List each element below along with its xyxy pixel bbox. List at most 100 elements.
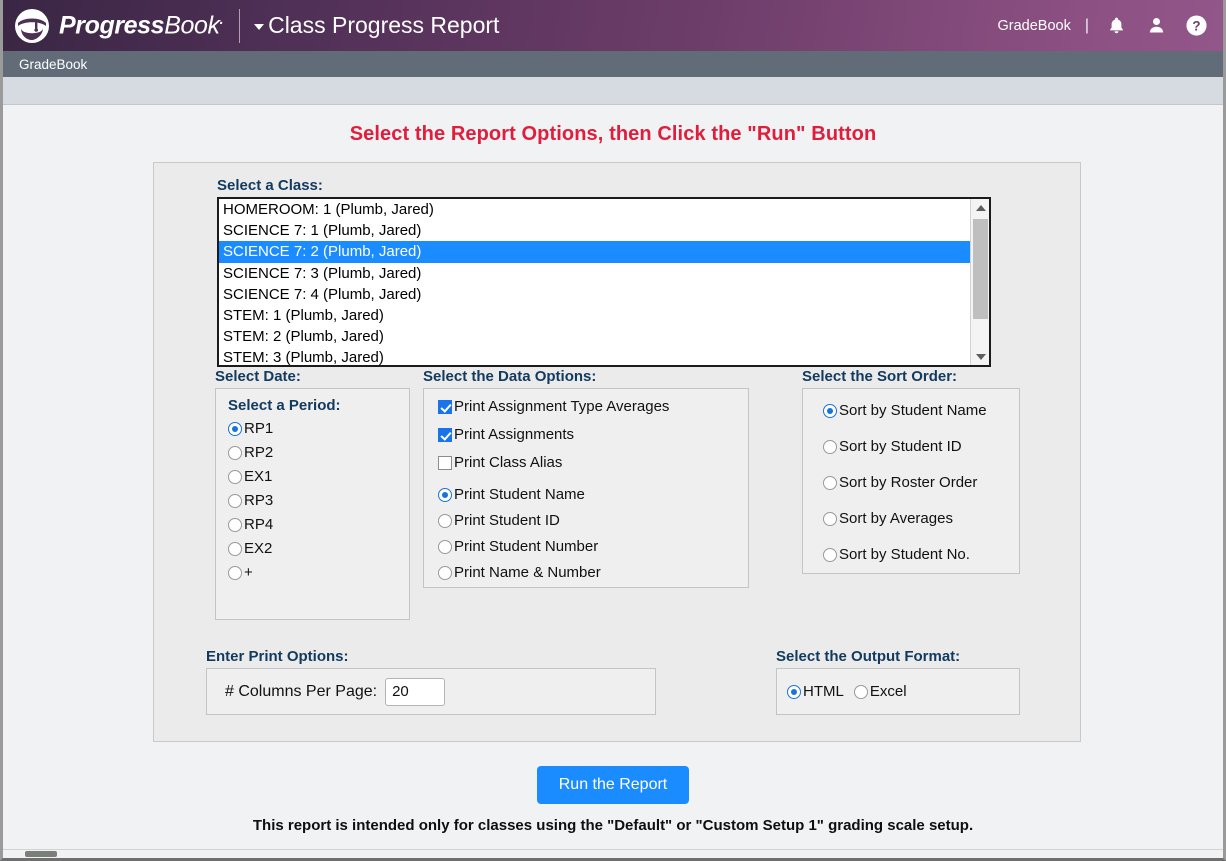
list-item[interactable]: HOMEROOM: 1 (Plumb, Jared) xyxy=(219,199,970,220)
radio-icon[interactable] xyxy=(438,539,452,554)
date-group-label: Select Date: xyxy=(215,368,301,385)
radio-sort-by-student-id[interactable]: Sort by Student ID xyxy=(823,439,1009,454)
list-item-selected[interactable]: SCIENCE 7: 2 (Plumb, Jared) xyxy=(219,241,970,263)
radio-icon[interactable] xyxy=(787,684,801,699)
header-divider xyxy=(239,8,241,43)
date-group: Select Date: Select a Period: RP1 RP2 EX… xyxy=(215,368,410,620)
sort-order-label: Select the Sort Order: xyxy=(802,368,958,385)
radio-print-name-and-number[interactable]: Print Name & Number xyxy=(438,565,738,580)
radio-icon[interactable] xyxy=(228,541,242,556)
radio-print-student-id[interactable]: Print Student ID xyxy=(438,513,738,528)
period-fieldset: Select a Period: RP1 RP2 EX1 RP3 RP4 EX2… xyxy=(215,388,410,620)
page-title-dropdown[interactable]: Class Progress Report xyxy=(254,12,499,39)
radio-icon[interactable] xyxy=(823,439,837,454)
period-option-rp4[interactable]: RP4 xyxy=(228,517,399,532)
checkbox-print-assignments[interactable]: Print Assignments xyxy=(438,427,738,442)
list-item[interactable]: STEM: 3 (Plumb, Jared) xyxy=(219,347,970,365)
period-option-label: RP1 xyxy=(244,420,274,437)
brand-wordmark: ProgressBook. xyxy=(59,12,223,38)
radio-icon[interactable] xyxy=(823,475,837,490)
radio-sort-by-roster-order[interactable]: Sort by Roster Order xyxy=(823,475,1009,490)
checkbox-icon[interactable] xyxy=(438,427,452,442)
data-options-label: Select the Data Options: xyxy=(423,368,597,385)
radio-icon[interactable] xyxy=(823,547,837,562)
checkbox-print-assignment-type-averages[interactable]: Print Assignment Type Averages xyxy=(438,399,738,414)
period-option-label: RP2 xyxy=(244,444,274,461)
horizontal-scrollbar[interactable] xyxy=(3,849,1223,858)
radio-icon[interactable] xyxy=(823,511,837,526)
brand-trademark: . xyxy=(219,11,224,28)
page-headline: Select the Report Options, then Click th… xyxy=(349,123,877,145)
period-option-plus[interactable]: + xyxy=(228,565,399,580)
radio-label: Sort by Roster Order xyxy=(839,474,978,491)
brand-logo[interactable]: ProgressBook. xyxy=(13,7,223,45)
radio-sort-by-student-no[interactable]: Sort by Student No. xyxy=(823,547,1009,562)
list-item[interactable]: SCIENCE 7: 3 (Plumb, Jared) xyxy=(219,263,970,284)
list-item[interactable]: STEM: 2 (Plumb, Jared) xyxy=(219,326,970,347)
brand-primary: Progress xyxy=(59,11,165,40)
listbox-scrollbar[interactable] xyxy=(970,199,989,365)
list-item[interactable]: SCIENCE 7: 4 (Plumb, Jared) xyxy=(219,284,970,305)
radio-sort-by-averages[interactable]: Sort by Averages xyxy=(823,511,1009,526)
radio-print-student-number[interactable]: Print Student Number xyxy=(438,539,738,554)
radio-icon[interactable] xyxy=(823,403,837,418)
list-item[interactable]: STEM: 1 (Plumb, Jared) xyxy=(219,305,970,326)
class-select-label: Select a Class: xyxy=(217,177,323,194)
radio-output-html[interactable]: HTML xyxy=(787,684,844,699)
checkbox-icon[interactable] xyxy=(438,399,452,414)
period-label: Select a Period: xyxy=(228,397,341,414)
data-options-fieldset: Print Assignment Type Averages Print Ass… xyxy=(423,388,749,588)
app-header: ProgressBook. Class Progress Report Grad… xyxy=(3,0,1223,51)
breadcrumb-nav: GradeBook xyxy=(3,51,1223,77)
user-icon[interactable] xyxy=(1143,13,1169,39)
checkbox-icon[interactable] xyxy=(438,455,452,470)
radio-icon[interactable] xyxy=(228,517,242,532)
radio-icon[interactable] xyxy=(438,513,452,528)
help-icon[interactable]: ? xyxy=(1183,13,1209,39)
radio-icon[interactable] xyxy=(228,469,242,484)
columns-per-page-input[interactable] xyxy=(385,677,446,706)
report-footnote: This report is intended only for classes… xyxy=(252,817,974,834)
radio-icon[interactable] xyxy=(438,487,452,502)
period-option-rp1[interactable]: RP1 xyxy=(228,421,399,436)
radio-icon[interactable] xyxy=(853,684,868,699)
print-options-group: Enter Print Options: # Columns Per Page: xyxy=(206,648,656,715)
header-separator: | xyxy=(1084,16,1089,34)
progressbook-logo-icon xyxy=(13,7,51,45)
radio-icon[interactable] xyxy=(438,565,452,580)
radio-icon[interactable] xyxy=(228,421,242,436)
chevron-down-icon xyxy=(254,24,265,30)
radio-icon[interactable] xyxy=(228,565,242,580)
run-button-container: Run the Report xyxy=(3,766,1223,804)
period-option-rp3[interactable]: RP3 xyxy=(228,493,399,508)
data-options-group: Select the Data Options: Print Assignmen… xyxy=(423,368,749,588)
radio-sort-by-student-name[interactable]: Sort by Student Name xyxy=(823,403,1009,418)
period-option-ex2[interactable]: EX2 xyxy=(228,541,399,556)
radio-icon[interactable] xyxy=(228,445,242,460)
radio-icon[interactable] xyxy=(228,493,242,508)
period-option-label: RP3 xyxy=(244,492,274,509)
radio-output-excel[interactable]: Excel xyxy=(853,683,907,700)
checkbox-print-class-alias[interactable]: Print Class Alias xyxy=(438,455,738,470)
radio-label: Excel xyxy=(869,683,907,700)
scroll-down-arrow-icon[interactable] xyxy=(971,348,989,365)
radio-print-student-name[interactable]: Print Student Name xyxy=(438,487,738,502)
period-option-rp2[interactable]: RP2 xyxy=(228,445,399,460)
period-option-ex1[interactable]: EX1 xyxy=(228,469,399,484)
scroll-up-arrow-icon[interactable] xyxy=(971,199,989,216)
radio-label: Print Student Number xyxy=(454,538,599,555)
sort-order-fieldset: Sort by Student Name Sort by Student ID … xyxy=(802,388,1020,574)
header-context-label: GradeBook xyxy=(997,17,1071,34)
radio-label: Print Student Name xyxy=(454,486,585,503)
scrollbar-thumb[interactable] xyxy=(973,219,988,319)
run-report-button[interactable]: Run the Report xyxy=(536,766,690,804)
report-options-page: Select the Report Options, then Click th… xyxy=(3,105,1223,858)
output-format-fieldset: HTML Excel xyxy=(776,668,1020,715)
class-listbox[interactable]: HOMEROOM: 1 (Plumb, Jared) SCIENCE 7: 1 … xyxy=(217,197,991,367)
nav-item-gradebook[interactable]: GradeBook xyxy=(19,57,87,72)
scrollbar-thumb[interactable] xyxy=(25,851,57,857)
radio-label: Print Student ID xyxy=(454,512,560,529)
list-item[interactable]: SCIENCE 7: 1 (Plumb, Jared) xyxy=(219,220,970,241)
bell-icon[interactable] xyxy=(1103,13,1129,39)
period-option-label: EX2 xyxy=(244,540,273,557)
